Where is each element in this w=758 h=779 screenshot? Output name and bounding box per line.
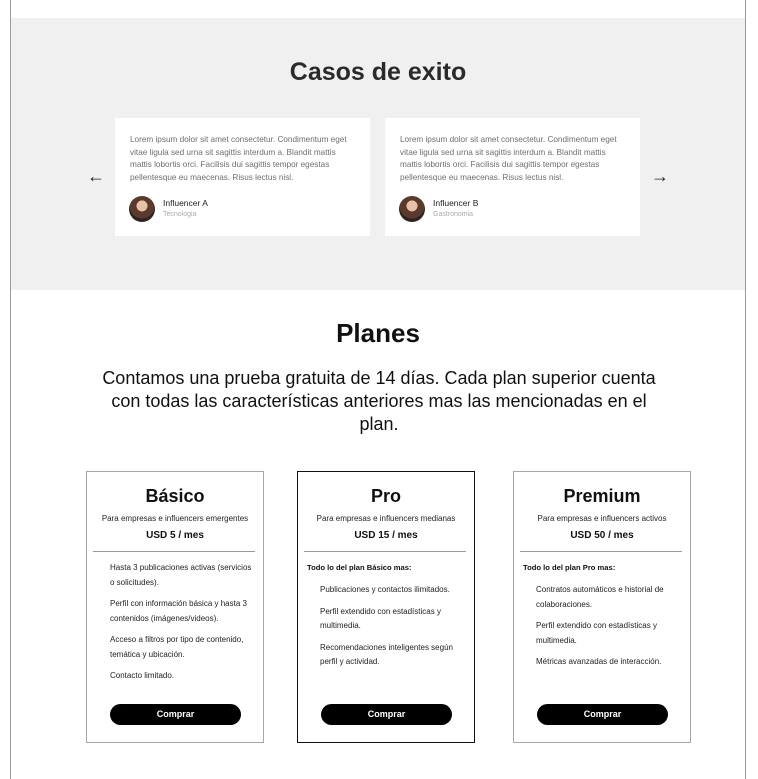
author-category: Tecnologia	[163, 210, 197, 218]
plan-feature-list: Hasta 3 publicaciones activas (servicios…	[110, 561, 253, 691]
plans-title: Planes	[336, 318, 420, 348]
plan-card-basic: Básico Para empresas e influencers emerg…	[86, 471, 264, 743]
frame-border-right	[745, 0, 746, 779]
arrow-left-icon[interactable]: ←	[87, 166, 105, 186]
testimonial-text: Lorem ipsum dolor sit amet consectetur. …	[400, 135, 617, 182]
plan-feature: Perfil con información básica y hasta 3 …	[110, 599, 247, 623]
testimonial-author: Influencer A Tecnologia	[129, 196, 208, 222]
buy-button-premium[interactable]: Comprar	[537, 704, 668, 725]
author-category: Gastronomia	[433, 210, 474, 218]
plan-feature: Contacto limitado.	[110, 671, 175, 680]
plan-description: Para empresas e influencers emergentes	[101, 514, 249, 523]
plan-name: Premium	[563, 486, 641, 506]
plan-description: Para empresas e influencers medianas	[316, 514, 456, 523]
plan-feature: Hasta 3 publicaciones activas (servicios…	[110, 563, 252, 587]
plan-feature: Recomendaciones inteligentes según perfi…	[320, 642, 453, 667]
plan-price: USD 5 / mes	[146, 530, 204, 541]
plan-divider	[93, 551, 255, 552]
success-cases-section: Casos de exito ← Lorem ipsum dolor sit a…	[11, 18, 745, 290]
plan-name: Pro	[370, 486, 401, 506]
plan-divider	[520, 551, 682, 552]
success-cases-title: Casos de exito	[289, 58, 467, 86]
author-name: Influencer A	[163, 197, 208, 208]
testimonial-card: Lorem ipsum dolor sit amet consectetur. …	[115, 118, 370, 236]
buy-button-pro[interactable]: Comprar	[321, 704, 452, 725]
plan-intro: Todo lo del plan Pro mas:	[523, 563, 616, 572]
plan-feature: Perfil extendido con estadísticas y mult…	[320, 606, 441, 631]
plan-feature: Métricas avanzadas de interacción.	[536, 657, 662, 666]
plan-price: USD 15 / mes	[354, 530, 418, 541]
plan-price: USD 50 / mes	[570, 530, 634, 541]
plan-feature-list: Contratos automáticos e historial de col…	[536, 583, 680, 677]
plan-feature-list: Publicaciones y contactos ilimitados. Pe…	[320, 583, 464, 677]
buy-button-basic[interactable]: Comprar	[110, 704, 241, 725]
arrow-right-icon[interactable]: →	[651, 166, 669, 186]
plan-card-pro: Pro Para empresas e influencers medianas…	[297, 471, 475, 743]
plan-intro: Todo lo del plan Básico mas:	[307, 563, 412, 572]
testimonial-card: Lorem ipsum dolor sit amet consectetur. …	[385, 118, 640, 236]
plan-name: Básico	[145, 486, 205, 506]
testimonial-text: Lorem ipsum dolor sit amet consectetur. …	[130, 135, 347, 182]
testimonial-author: Influencer B Gastronomia	[399, 196, 478, 222]
plan-description: Para empresas e influencers activos	[537, 514, 667, 523]
avatar	[129, 196, 155, 222]
author-name: Influencer B	[433, 197, 479, 208]
plan-divider	[304, 551, 466, 552]
plan-feature: Contratos automáticos e historial de col…	[536, 585, 664, 609]
avatar	[399, 196, 425, 222]
plan-card-premium: Premium Para empresas e influencers acti…	[513, 471, 691, 743]
plans-subtitle: Contamos una prueba gratuita de 14 días.…	[102, 368, 656, 434]
plan-feature: Publicaciones y contactos ilimitados.	[320, 585, 450, 594]
plan-feature: Perfil extendido con estadísticas y mult…	[536, 621, 657, 645]
plan-feature: Acceso a filtros por tipo de contenido, …	[110, 635, 244, 659]
